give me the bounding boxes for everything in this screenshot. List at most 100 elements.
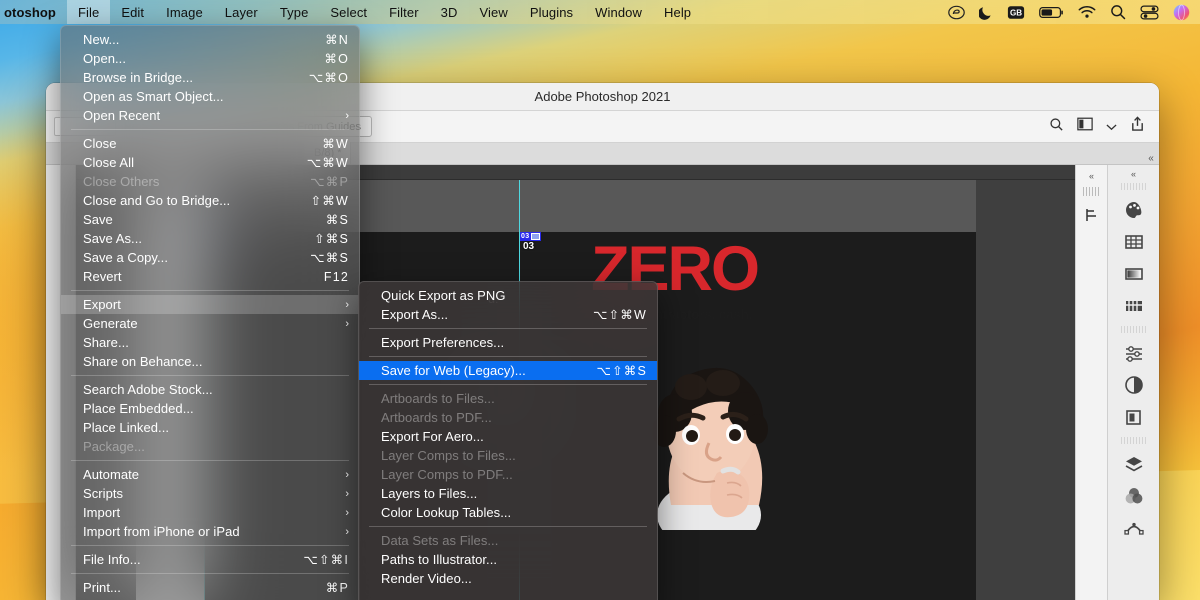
export-menu-item-color-lookup-tables[interactable]: Color Lookup Tables... [359,503,657,522]
chevron-right-icon: › [345,525,349,538]
file-menu-item-save[interactable]: Save ⌘S [61,210,359,229]
menubar-item-layer[interactable]: Layer [214,0,269,24]
export-menu-item-export-preferences[interactable]: Export Preferences... [359,333,657,352]
panel-grip-icon[interactable] [1120,326,1147,333]
channels-icon[interactable] [1123,485,1145,507]
share-icon[interactable] [1130,116,1145,137]
chevron-down-icon[interactable] [1106,118,1117,136]
file-menu-item-print[interactable]: Print... ⌘P [61,578,359,597]
file-menu-item-label: Close [83,136,117,151]
file-menu-item-label: Import [83,505,121,520]
do-not-disturb-moon-icon[interactable] [979,5,993,20]
spotlight-search-icon[interactable] [1110,4,1126,20]
export-menu-item-quick-export-as-png[interactable]: Quick Export as PNG [359,286,657,305]
menubar-item-window[interactable]: Window [584,0,653,24]
file-menu-item-browse-in-bridge[interactable]: Browse in Bridge... ⌥⌘O [61,68,359,87]
file-menu-item-close-and-go-to-bridge[interactable]: Close and Go to Bridge... ⇧⌘W [61,191,359,210]
export-menu-item-label: Export As... [381,307,449,322]
export-submenu-dropdown[interactable]: Quick Export as PNG Export As... ⌥⇧⌘W Expor… [358,281,658,600]
export-menu-item-save-for-web-legacy[interactable]: Save for Web (Legacy)... ⌥⇧⌘S [359,361,657,380]
slice-badge[interactable]: 03 [520,232,542,241]
half-circle-adjustment-icon[interactable] [1123,374,1145,396]
file-menu-item-place-embedded[interactable]: Place Embedded... [61,399,359,418]
menubar-item-filter[interactable]: Filter [378,0,430,24]
export-menu-item-export-for-aero[interactable]: Export For Aero... [359,427,657,446]
file-menu-item-shortcut: ⌥⌘O [308,71,349,85]
workspace-icon[interactable] [1077,117,1093,136]
file-menu-item-close-all[interactable]: Close All ⌥⌘W [61,153,359,172]
file-menu-item-label: Automate [83,467,140,482]
file-menu-item-revert[interactable]: Revert F12 [61,267,359,286]
export-menu-item-paths-to-illustrator[interactable]: Paths to Illustrator... [359,550,657,569]
file-menu-item-generate[interactable]: Generate › [61,314,359,333]
menubar-item-select[interactable]: Select [319,0,378,24]
battery-icon[interactable] [1039,6,1064,19]
menubar-item-edit[interactable]: Edit [110,0,155,24]
menubar-item-image[interactable]: Image [155,0,214,24]
file-menu-item-open-as-smart-object[interactable]: Open as Smart Object... [61,87,359,106]
file-menu-item-scripts[interactable]: Scripts › [61,484,359,503]
history-icon[interactable] [1083,206,1101,229]
file-menu-item-import[interactable]: Import › [61,503,359,522]
export-menu-separator [369,328,647,329]
paths-icon[interactable] [1123,517,1145,539]
dock-collapse-icon[interactable]: « [1089,171,1094,181]
file-menu-item-automate[interactable]: Automate › [61,465,359,484]
file-menu-item-share[interactable]: Share... [61,333,359,352]
menubar-item-help[interactable]: Help [653,0,702,24]
menubar-item-type[interactable]: Type [269,0,320,24]
file-menu-dropdown[interactable]: New... ⌘N Open... ⌘O Browse in Bridge... ⌥⌘O O… [60,25,360,600]
patterns-icon[interactable] [1123,295,1145,317]
export-menu-item-label: Render Video... [381,571,472,586]
export-menu-item-render-video[interactable]: Render Video... [359,569,657,588]
file-menu-item-label: Save a Copy... [83,250,169,265]
chevron-right-icon: › [345,506,349,519]
file-menu-separator [71,375,349,376]
panel-grip-icon[interactable] [1120,183,1147,190]
file-menu-item-place-linked[interactable]: Place Linked... [61,418,359,437]
file-menu-item-save-a-copy[interactable]: Save a Copy... ⌥⌘S [61,248,359,267]
slice-number: 03 [523,241,535,252]
panel-grip-icon[interactable] [1120,437,1147,444]
menubar-status-icons: GB [948,4,1200,21]
menubar-item-file[interactable]: File [66,0,111,24]
export-menu-item-export-as[interactable]: Export As... ⌥⇧⌘W [359,305,657,324]
wifi-icon[interactable] [1078,5,1096,19]
export-menu-item-label: Artboards to PDF... [381,410,492,425]
search-icon[interactable] [1049,117,1064,137]
export-menu-item-label: Artboards to Files... [381,391,495,406]
layer-comps-icon[interactable] [1123,406,1145,428]
creative-cloud-icon[interactable] [948,5,965,20]
control-center-icon[interactable] [1140,5,1159,20]
export-menu-separator [369,356,647,357]
file-menu-item-import-from-iphone-or-ipad[interactable]: Import from iPhone or iPad › [61,522,359,541]
dock-collapse-icon[interactable]: « [1131,169,1136,179]
menubar-app-name[interactable]: otoshop [0,0,67,24]
panel-grip-icon[interactable] [1082,187,1101,196]
export-menu-item-layers-to-files[interactable]: Layers to Files... [359,484,657,503]
file-menu-item-open-recent[interactable]: Open Recent › [61,106,359,125]
file-menu-item-close[interactable]: Close ⌘W [61,134,359,153]
file-menu-item-label: Place Embedded... [83,401,194,416]
layers-icon[interactable] [1123,453,1145,475]
file-menu-item-share-on-behance[interactable]: Share on Behance... [61,352,359,371]
adjustments-sliders-icon[interactable] [1123,342,1145,364]
file-menu-item-new[interactable]: New... ⌘N [61,30,359,49]
file-menu-item-save-as[interactable]: Save As... ⇧⌘S [61,229,359,248]
dock-side-strip: « [1075,165,1107,600]
menubar-item-3d[interactable]: 3D [430,0,469,24]
siri-icon[interactable] [1173,4,1190,21]
file-menu-item-open[interactable]: Open... ⌘O [61,49,359,68]
color-palette-icon[interactable] [1123,199,1145,221]
gradients-icon[interactable] [1123,263,1145,285]
tab-collapse-icon[interactable]: « [1143,153,1159,164]
menubar-item-plugins[interactable]: Plugins [519,0,584,24]
file-menu-item-search-adobe-stock[interactable]: Search Adobe Stock... [61,380,359,399]
file-menu-item-export[interactable]: Export › [61,295,359,314]
swatches-grid-icon[interactable] [1123,231,1145,253]
file-menu-item-shortcut: ⌥⇧⌘I [303,553,349,567]
menubar-item-view[interactable]: View [468,0,518,24]
file-menu-item-file-info[interactable]: File Info... ⌥⇧⌘I [61,550,359,569]
keyboard-input-gb-icon[interactable]: GB [1007,5,1025,20]
file-menu-item-shortcut: ⌘S [325,213,349,227]
